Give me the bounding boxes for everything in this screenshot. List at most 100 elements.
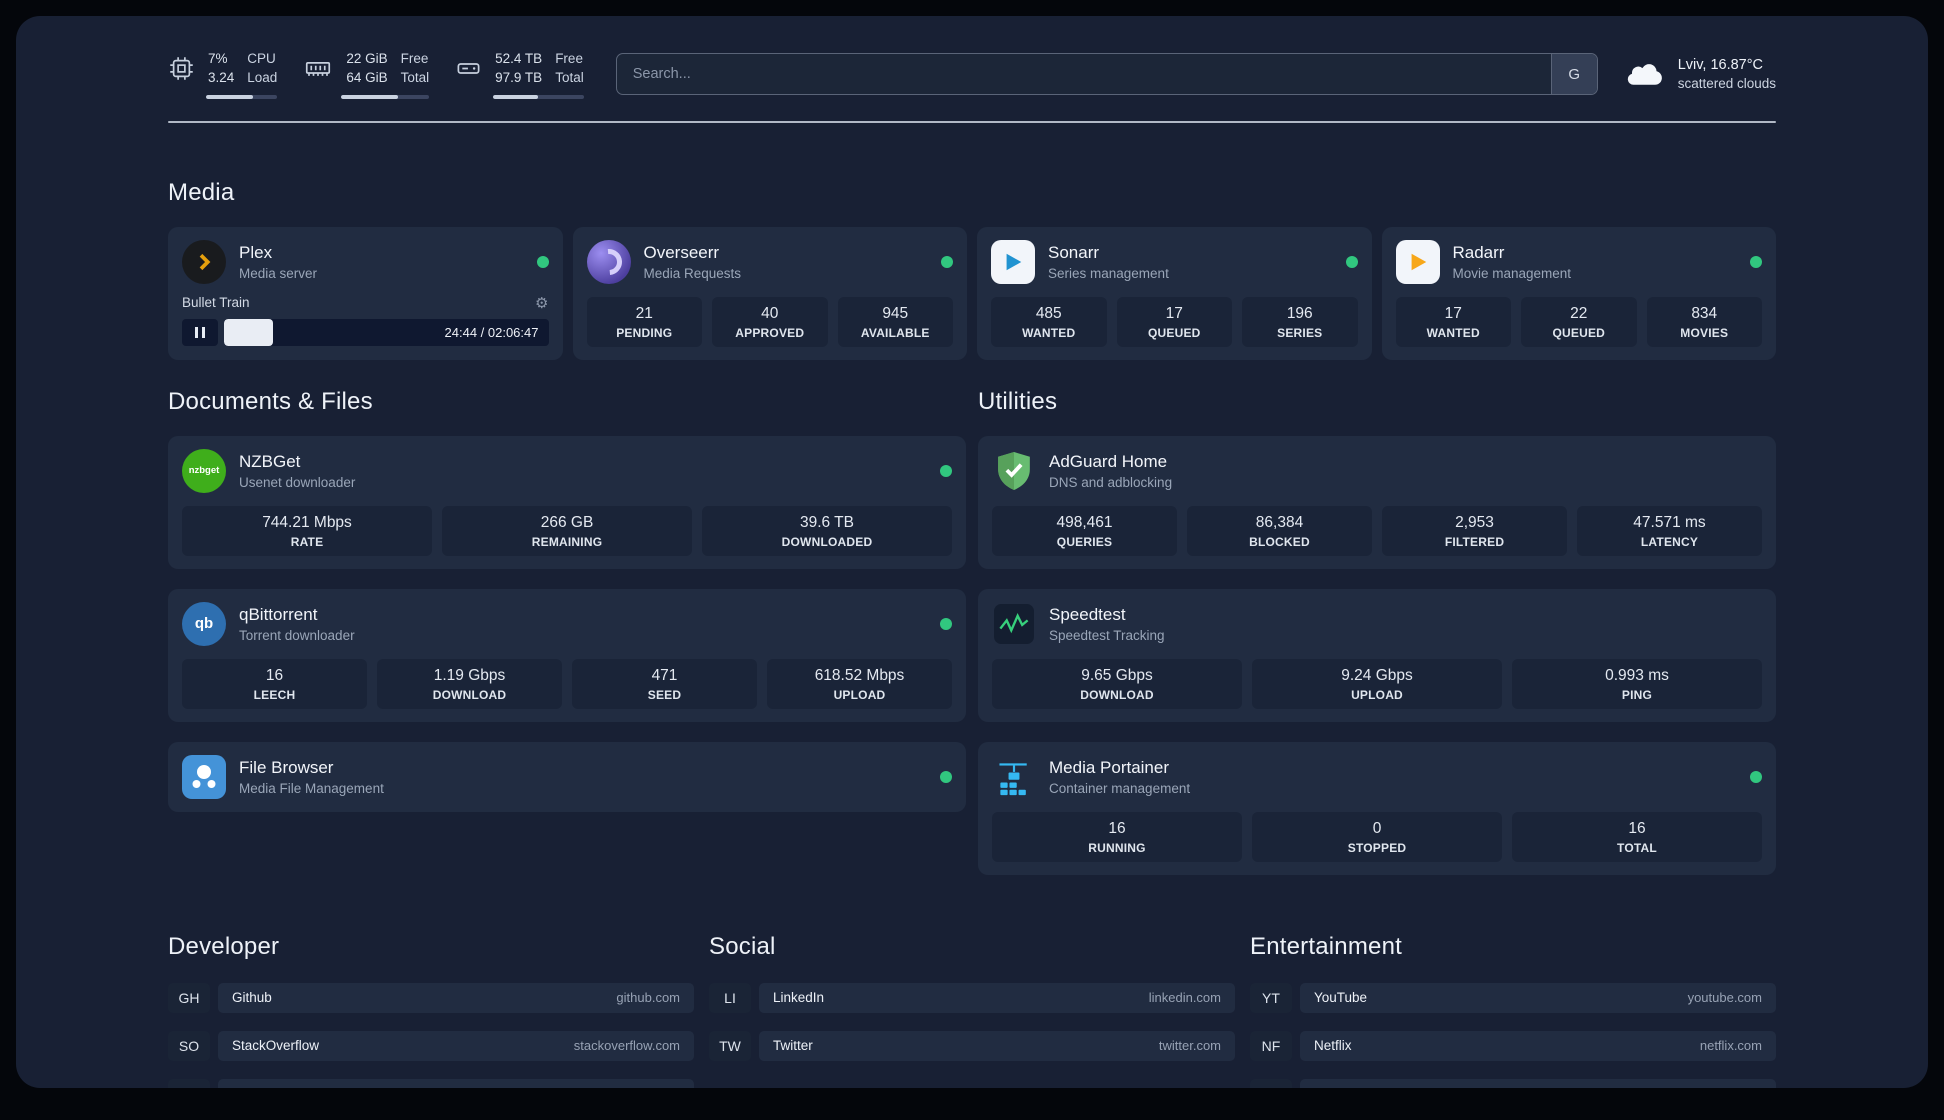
bookmark-url: netflix.com — [1699, 1038, 1762, 1054]
service-subtitle: Usenet downloader — [239, 474, 356, 490]
section-title-social: Social — [709, 932, 776, 960]
dashboard: 7% 3.24 CPU Load 22 GiB 64 GiB Free Tota… — [16, 16, 1928, 1088]
stat-value: 9.24 Gbps — [1341, 666, 1413, 684]
stat-label: DOWNLOAD — [1080, 687, 1154, 702]
stat-blocked: 86,384 BLOCKED — [1187, 505, 1372, 556]
memory-values: 22 GiB 64 GiB — [346, 50, 387, 88]
service-card-filebrowser[interactable]: File Browser Media File Management — [168, 741, 966, 812]
service-card-nzbget[interactable]: nzbget NZBGet Usenet downloader 744.21 M… — [168, 435, 966, 569]
bookmark-abbr: DT — [168, 1078, 210, 1088]
cpu-load: 3.24 — [208, 69, 235, 85]
stat-value: 21 — [635, 304, 653, 322]
service-subtitle: Media server — [239, 265, 318, 281]
sonarr-stats: 485 WANTED 17 QUEUED 196 SERIES — [991, 296, 1358, 347]
service-card-speedtest[interactable]: Speedtest Speedtest Tracking 9.65 Gbps D… — [978, 588, 1776, 722]
gear-icon[interactable]: ⚙ — [535, 294, 548, 312]
playback-progress-fill — [224, 318, 273, 346]
service-name: Sonarr — [1048, 242, 1100, 262]
pause-button[interactable] — [182, 318, 218, 346]
disk-label-top: Free — [555, 51, 583, 66]
stat-label: RUNNING — [1088, 840, 1146, 855]
playback-time: 24:44 / 02:06:47 — [444, 324, 539, 340]
bookmark-dev[interactable]: DT DEV dev.to — [168, 1078, 694, 1088]
status-dot — [940, 464, 952, 477]
stat-stopped: 0 STOPPED — [1252, 811, 1502, 862]
stat-value: 471 — [651, 666, 678, 684]
bookmarks-social: Social LI LinkedIn linkedin.com TW Twitt… — [709, 933, 1235, 1088]
service-card-sonarr[interactable]: Sonarr Series management 485 WANTED 17 Q… — [977, 226, 1372, 360]
search-input[interactable] — [616, 54, 1551, 95]
service-subtitle: Torrent downloader — [239, 627, 355, 643]
service-name: qBittorrent — [239, 604, 318, 624]
nzbget-stats: 744.21 Mbps RATE 266 GB REMAINING 39.6 T… — [182, 505, 952, 556]
adguard-icon — [992, 449, 1036, 493]
search-engine-button[interactable]: G — [1550, 54, 1597, 95]
service-name: Plex — [239, 242, 273, 262]
topbar-divider — [168, 120, 1776, 123]
stat-value: 498,461 — [1056, 513, 1113, 531]
search-bar: G — [615, 53, 1598, 96]
memory-total: 64 GiB — [346, 69, 388, 85]
memory-widget: 22 GiB 64 GiB Free Total — [303, 50, 430, 99]
bookmark-url: youtube.com — [1687, 990, 1762, 1006]
bookmark-name: DEV — [232, 1086, 260, 1088]
status-dot — [1345, 255, 1358, 268]
service-card-overseerr[interactable]: Overseerr Media Requests 21 PENDING 40 A… — [572, 226, 967, 360]
cpu-values: 7% 3.24 — [208, 50, 234, 88]
bookmark-reddit[interactable]: RE Reddit reddit.com — [1250, 1078, 1776, 1088]
qbittorrent-icon-text: qb — [194, 615, 214, 633]
weather-location: Lviv, 16.87°C — [1677, 56, 1764, 73]
stat-label: MOVIES — [1680, 325, 1729, 340]
memory-label-bottom: Total — [400, 69, 430, 85]
stat-value: 16 — [1628, 819, 1646, 837]
stat-value: 0.993 ms — [1605, 666, 1669, 684]
service-subtitle: Media File Management — [239, 780, 384, 796]
bookmark-github[interactable]: GH Github github.com — [168, 982, 694, 1013]
stat-value: 16 — [1108, 819, 1126, 837]
stat-value: 86,384 — [1255, 513, 1304, 531]
weather-widget: Lviv, 16.87°C scattered clouds — [1624, 55, 1776, 94]
stat-value: 16 — [265, 666, 284, 684]
service-name: Speedtest — [1049, 604, 1126, 624]
cloud-icon — [1624, 57, 1666, 92]
stat-label: PING — [1621, 687, 1653, 702]
section-title-media: Media — [168, 178, 235, 206]
status-dot — [1750, 255, 1762, 268]
bookmark-linkedin[interactable]: LI LinkedIn linkedin.com — [709, 982, 1235, 1013]
bookmark-netflix[interactable]: NF Netflix netflix.com — [1250, 1030, 1776, 1061]
service-subtitle: Container management — [1049, 780, 1191, 796]
bookmark-abbr: RE — [1250, 1078, 1292, 1088]
speedtest-icon — [992, 602, 1036, 646]
bookmark-url: reddit.com — [1701, 1086, 1762, 1088]
bookmark-twitter[interactable]: TW Twitter twitter.com — [709, 1030, 1235, 1061]
service-card-plex[interactable]: Plex Media server Bullet Train ⚙ 24:44 /… — [168, 226, 563, 360]
stat-label: AVAILABLE — [860, 325, 930, 340]
stat-value: 834 — [1691, 304, 1718, 322]
stat-label: UPLOAD — [1351, 687, 1403, 702]
bookmark-abbr: GH — [168, 982, 210, 1013]
stat-label: LEECH — [253, 687, 296, 702]
bookmark-abbr: SO — [168, 1030, 210, 1061]
stat-queued: 22 QUEUED — [1521, 296, 1637, 347]
status-dot — [940, 770, 952, 783]
bookmark-abbr: YT — [1250, 982, 1292, 1013]
bookmark-stackoverflow[interactable]: SO StackOverflow stackoverflow.com — [168, 1030, 694, 1061]
service-card-radarr[interactable]: Radarr Movie management 17 WANTED 22 QUE… — [1381, 226, 1776, 360]
stat-pending: 21 PENDING — [586, 296, 702, 347]
stat-value: 9.65 Gbps — [1081, 666, 1153, 684]
radarr-stats: 17 WANTED 22 QUEUED 834 MOVIES — [1395, 296, 1762, 347]
bookmark-youtube[interactable]: YT YouTube youtube.com — [1250, 982, 1776, 1013]
service-card-portainer[interactable]: Media Portainer Container management 16 … — [978, 741, 1776, 875]
stat-label: UPLOAD — [833, 687, 886, 702]
utilities-column: Utilities AdGuard Home DNS and adblockin… — [978, 388, 1776, 875]
playback-progress-bar: 24:44 / 02:06:47 — [224, 318, 549, 346]
bookmarks-developer: Developer GH Github github.com SO StackO… — [168, 933, 694, 1088]
service-card-qbittorrent[interactable]: qb qBittorrent Torrent downloader 16 LEE… — [168, 588, 966, 722]
stat-downloaded: 39.6 TB DOWNLOADED — [702, 505, 952, 556]
stat-label: TOTAL — [1617, 840, 1657, 855]
stat-label: STOPPED — [1347, 840, 1407, 855]
stat-upload: 9.24 Gbps UPLOAD — [1252, 658, 1502, 709]
sonarr-icon — [991, 239, 1035, 284]
service-card-adguard[interactable]: AdGuard Home DNS and adblocking 498,461 … — [978, 435, 1776, 569]
service-name: Media Portainer — [1049, 757, 1170, 777]
